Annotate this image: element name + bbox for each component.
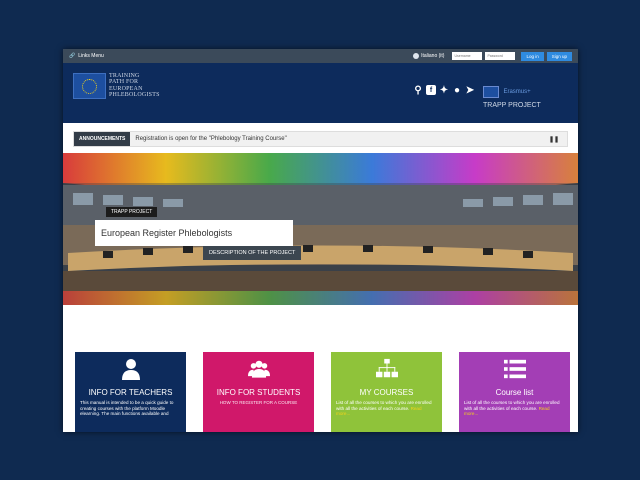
card-subtitle: HOW TO REGISTER FOR A COURSE xyxy=(219,400,298,405)
hero-title: European Register Phlebologists xyxy=(95,220,293,246)
browser-window: 🔗 Links Menu Italiano (it) Log in Sign u… xyxy=(63,49,578,432)
hierarchy-icon xyxy=(375,358,398,380)
announcement-text[interactable]: Registration is open for the "Phlebology… xyxy=(130,136,549,142)
language-selector[interactable]: Italiano (it) xyxy=(413,53,444,59)
card-title: INFO FOR STUDENTS xyxy=(216,388,301,397)
info-cards: INFO FOR TEACHERS This manual is intende… xyxy=(75,352,570,432)
hero-slider: TRAPP PROJECT European Register Phlebolo… xyxy=(63,153,578,305)
announcement-label: ANNOUNCEMENTS xyxy=(74,132,131,146)
search-icon[interactable]: ⚲ xyxy=(413,85,423,96)
card-body: List of all the courses to which you are… xyxy=(331,397,442,417)
links-menu-label: Links Menu xyxy=(78,53,104,59)
password-input[interactable] xyxy=(485,52,516,60)
card-course-list[interactable]: Course list List of all the courses to w… xyxy=(459,352,570,432)
link-icon: 🔗 xyxy=(69,53,76,59)
person-icon xyxy=(120,358,142,380)
header-icons: ⚲ f ✦ ● ➤ xyxy=(413,85,475,96)
erasmus-logo[interactable]: Erasmus+ TRAPP PROJECT xyxy=(483,83,541,109)
card-title: MY COURSES xyxy=(359,388,414,397)
login-button[interactable]: Log in xyxy=(521,51,544,61)
globe-icon[interactable]: ● xyxy=(452,85,462,96)
signup-button[interactable]: Sign up xyxy=(546,51,572,61)
card-body: List of all the courses to which you are… xyxy=(459,397,570,417)
twitter-icon[interactable]: ✦ xyxy=(439,85,449,96)
project-label: TRAPP PROJECT xyxy=(483,102,541,109)
site-logo-text[interactable]: TRAINING PATH FOR EUROPEAN PHLEBOLOGISTS xyxy=(109,73,160,98)
username-input[interactable] xyxy=(452,52,483,60)
card-my-courses[interactable]: MY COURSES List of all the courses to wh… xyxy=(331,352,442,432)
card-title: Course list xyxy=(495,388,534,397)
eu-flag-logo[interactable] xyxy=(73,73,106,99)
card-teachers[interactable]: INFO FOR TEACHERS This manual is intende… xyxy=(75,352,186,432)
card-body: This manual is intended to be a quick gu… xyxy=(80,400,174,417)
erasmus-label: Erasmus+ xyxy=(503,88,531,95)
card-title: INFO FOR TEACHERS xyxy=(88,388,173,397)
login-icon[interactable]: ➤ xyxy=(465,85,475,96)
top-bar: 🔗 Links Menu Italiano (it) Log in Sign u… xyxy=(63,49,578,63)
pause-icon[interactable]: ❚❚ xyxy=(549,136,559,143)
language-label: Italiano (it) xyxy=(421,53,445,59)
facebook-icon[interactable]: f xyxy=(426,85,436,95)
card-students[interactable]: INFO FOR STUDENTS HOW TO REGISTER FOR A … xyxy=(203,352,314,432)
globe-icon xyxy=(413,53,420,59)
group-icon xyxy=(247,358,270,380)
logo-line: PHLEBOLOGISTS xyxy=(109,91,160,98)
announcement-bar: ANNOUNCEMENTS Registration is open for t… xyxy=(73,131,568,147)
list-icon xyxy=(503,358,526,380)
site-header: TRAINING PATH FOR EUROPEAN PHLEBOLOGISTS… xyxy=(63,63,578,123)
project-description-button[interactable]: DESCRIPTION OF THE PROJECT xyxy=(203,246,302,260)
links-menu[interactable]: 🔗 Links Menu xyxy=(69,53,104,59)
eu-flag-icon xyxy=(483,85,499,98)
hero-tag: TRAPP PROJECT xyxy=(106,207,158,217)
